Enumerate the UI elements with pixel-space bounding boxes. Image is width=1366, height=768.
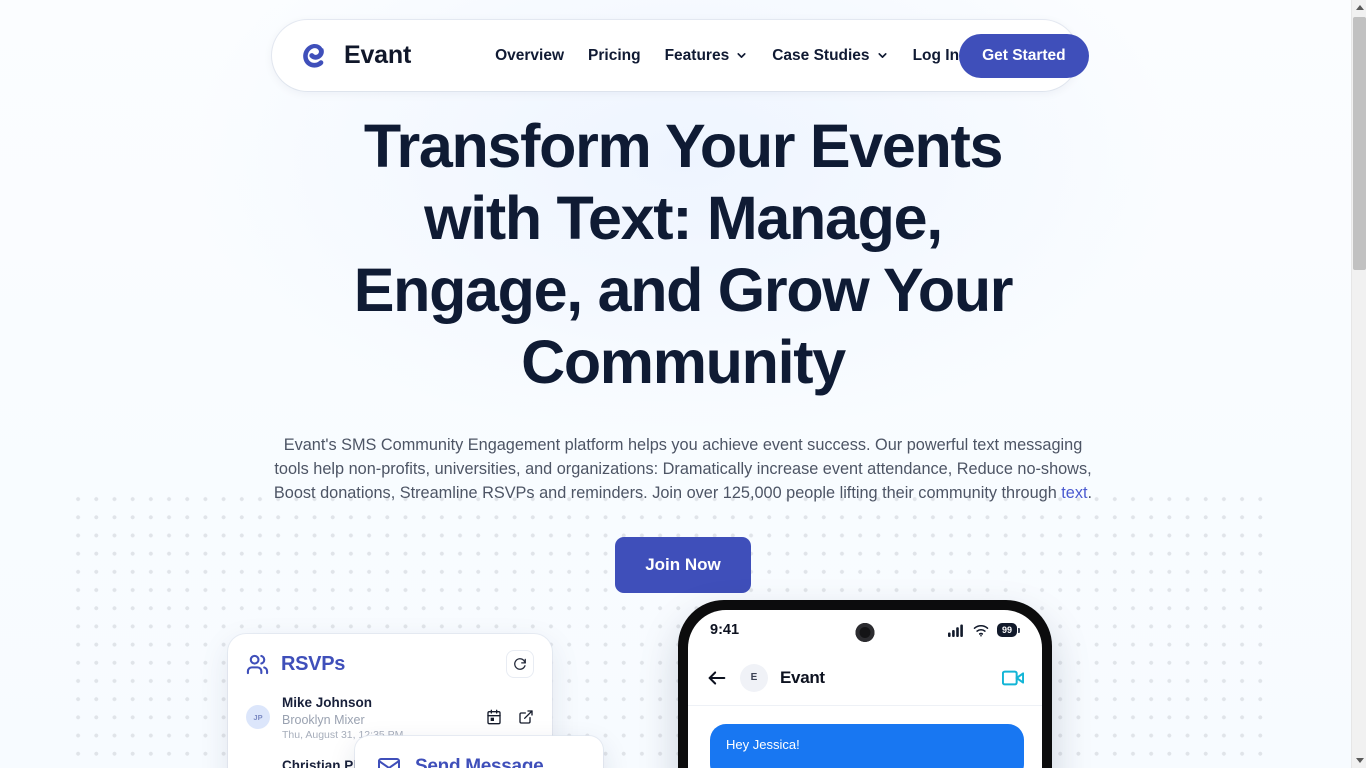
nav-link-pricing[interactable]: Pricing xyxy=(588,47,641,65)
chevron-down-icon xyxy=(737,53,746,58)
brand-logo[interactable]: Evant xyxy=(294,36,411,76)
nav-link-overview[interactable]: Overview xyxy=(495,47,564,65)
hero-description-text: Evant's SMS Community Engagement platfor… xyxy=(273,436,1092,502)
get-started-button[interactable]: Get Started xyxy=(959,33,1089,78)
calendar-icon[interactable] xyxy=(486,709,502,725)
scrollbar-thumb[interactable] xyxy=(1353,17,1366,270)
envelope-icon xyxy=(378,758,400,768)
evant-e-logo-icon xyxy=(303,43,324,68)
scroll-down-arrow-icon xyxy=(1355,758,1364,763)
nav-link-label: Case Studies xyxy=(772,46,870,64)
send-message-button[interactable]: Send Message xyxy=(355,736,603,768)
nav-link-label: Features xyxy=(664,46,730,64)
rsvp-item-info: Mike Johnson Brooklyn Mixer Thu, August … xyxy=(282,695,403,741)
rsvp-event-name: Brooklyn Mixer xyxy=(282,713,365,727)
rsvp-item-actions xyxy=(486,709,534,725)
chat-message-bubble: Hey Jessica! xyxy=(710,724,1024,768)
rsvps-card-header: RSVPs xyxy=(246,650,534,678)
avatar: JP xyxy=(246,705,270,729)
hero-description-end: . xyxy=(1087,484,1093,502)
external-link-icon[interactable] xyxy=(518,709,534,725)
chat-header: E Evant xyxy=(688,650,1042,706)
scroll-up-button[interactable] xyxy=(1352,0,1366,15)
phone-status-bar: 9:41 99 xyxy=(688,610,1042,650)
status-time: 9:41 xyxy=(710,622,740,638)
cellular-signal-icon xyxy=(947,624,963,637)
top-navigation-bar: Evant Overview Pricing Features Case Stu… xyxy=(272,20,1089,91)
text-link[interactable]: text xyxy=(1061,484,1087,502)
scroll-down-button[interactable] xyxy=(1352,753,1366,768)
battery-level: 99 xyxy=(996,623,1017,637)
nav-link-label: Log In xyxy=(912,46,960,64)
scroll-up-arrow-icon xyxy=(1355,5,1364,10)
nav-links: Overview Pricing Features Case Studies L… xyxy=(495,47,959,65)
brand-name: Evant xyxy=(344,41,412,69)
battery-indicator: 99 xyxy=(996,623,1020,637)
chat-contact-name: Evant xyxy=(780,667,825,687)
nav-link-label: Pricing xyxy=(588,46,641,64)
hero-description: Evant's SMS Community Engagement platfor… xyxy=(271,433,1095,505)
send-message-label: Send Message xyxy=(415,756,544,768)
video-camera-icon[interactable] xyxy=(1002,667,1024,689)
battery-tip xyxy=(1018,627,1020,633)
refresh-button[interactable] xyxy=(506,650,534,678)
refresh-icon xyxy=(514,658,526,670)
landing-page: Evant Overview Pricing Features Case Stu… xyxy=(0,0,1366,768)
people-icon xyxy=(246,654,269,674)
browser-scrollbar[interactable] xyxy=(1351,0,1366,768)
hero-section: Transform Your Events with Text: Manage,… xyxy=(0,110,1366,593)
join-now-button[interactable]: Join Now xyxy=(615,537,751,593)
page-title: Transform Your Events with Text: Manage,… xyxy=(353,112,1014,396)
phone-mockup: 9:41 99 E Evant Hey Jessica! xyxy=(678,600,1052,768)
front-camera-icon xyxy=(855,623,875,642)
nav-link-features[interactable]: Features xyxy=(665,47,749,65)
avatar: E xyxy=(740,663,768,692)
rsvp-list-item[interactable]: JP Mike Johnson Brooklyn Mixer Thu, Augu… xyxy=(246,695,534,741)
nav-link-label: Overview xyxy=(495,46,565,64)
wifi-icon xyxy=(973,624,989,636)
hero-cta-wrap: Join Now xyxy=(0,537,1366,593)
arrow-left-icon[interactable] xyxy=(706,667,728,689)
nav-link-case-studies[interactable]: Case Studies xyxy=(772,47,888,65)
status-icons: 99 xyxy=(947,623,1020,637)
rsvps-title: RSVPs xyxy=(281,652,346,675)
rsvp-person-name: Mike Johnson xyxy=(282,695,373,710)
nav-link-log-in[interactable]: Log In xyxy=(913,47,960,65)
chevron-down-icon xyxy=(878,53,887,58)
phone-screen: 9:41 99 E Evant Hey Jessica! xyxy=(688,610,1042,768)
